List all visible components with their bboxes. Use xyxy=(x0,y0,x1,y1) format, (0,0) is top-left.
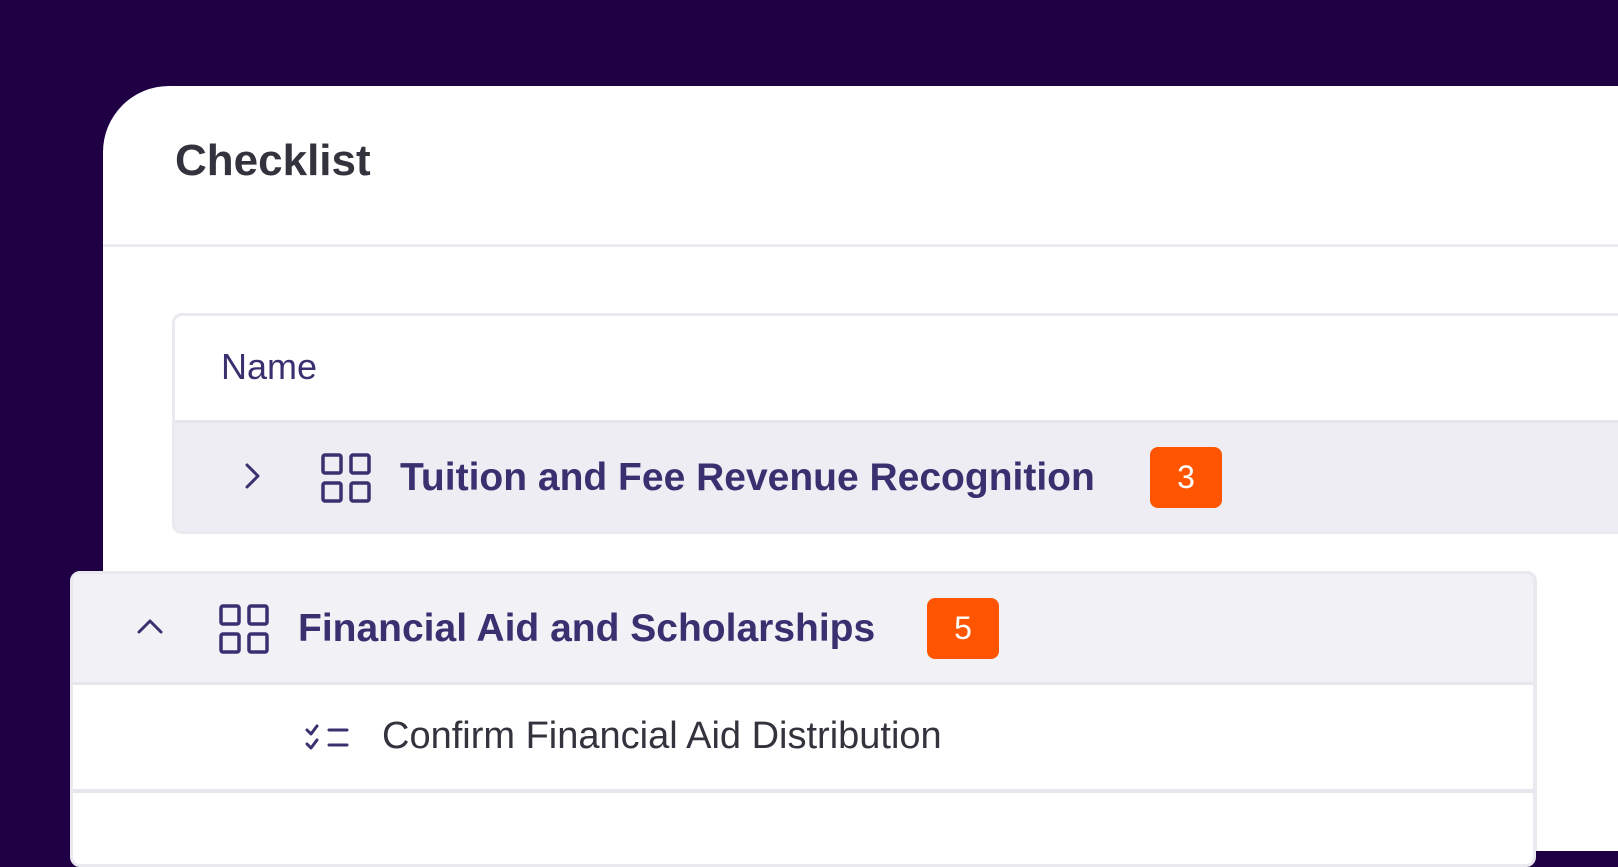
count-badge: 5 xyxy=(927,598,999,659)
panel-header: Checklist xyxy=(103,86,1618,247)
group-label: Financial Aid and Scholarships xyxy=(298,607,876,650)
grid-icon xyxy=(218,603,270,655)
page-title: Checklist xyxy=(175,136,371,185)
column-header-name[interactable]: Name xyxy=(221,346,317,388)
group-row-tuition[interactable]: Tuition and Fee Revenue Recognition 3 xyxy=(175,423,1618,531)
count-badge: 3 xyxy=(1150,447,1222,508)
chevron-right-icon[interactable] xyxy=(237,461,267,491)
task-row[interactable]: Confirm Financial Aid Distribution xyxy=(73,685,1533,793)
column-header: Name xyxy=(175,316,1618,423)
checklist-icon xyxy=(305,723,351,753)
task-label: Confirm Financial Aid Distribution xyxy=(382,715,942,757)
group-row-financial-aid[interactable]: Financial Aid and Scholarships 5 xyxy=(73,574,1533,685)
group-label: Tuition and Fee Revenue Recognition xyxy=(400,456,1095,499)
chevron-up-icon[interactable] xyxy=(135,612,165,642)
grid-icon xyxy=(320,452,372,504)
checklist-table: Name Tuition and Fee Revenue Recognition… xyxy=(172,313,1618,534)
group-block-financial-aid: Financial Aid and Scholarships 5 Confirm… xyxy=(70,571,1536,867)
